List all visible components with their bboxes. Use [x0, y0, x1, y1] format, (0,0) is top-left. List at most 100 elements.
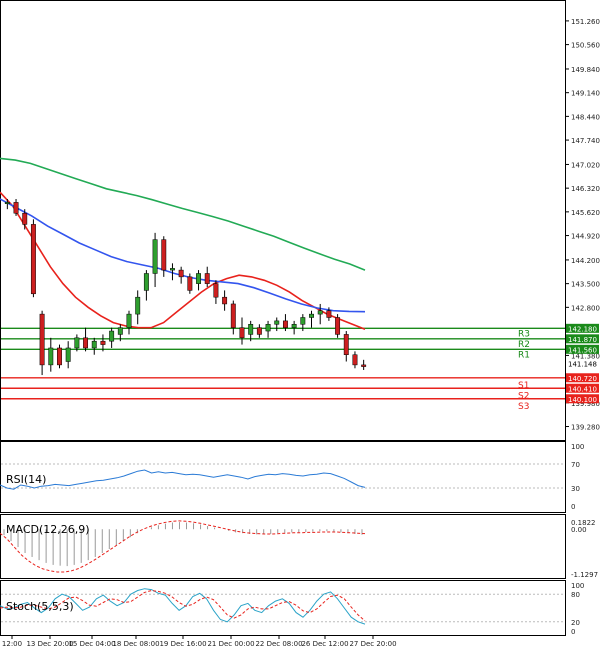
candle-body — [196, 273, 201, 284]
level-value-label: 141.870 — [568, 336, 597, 344]
candle-body — [335, 317, 341, 335]
main-panel-frame — [0, 0, 566, 441]
current-price-label: 141.148 — [568, 360, 597, 368]
candle-body — [317, 310, 323, 315]
rsi-tick-label: 0 — [571, 503, 575, 511]
stoch-tick-label: 100 — [571, 582, 584, 590]
time-tick-label: 15 Dec 04:00 — [68, 640, 115, 648]
level-label-s1: S1 — [518, 381, 529, 391]
price-tick-label: 147.740 — [571, 137, 600, 145]
rsi-panel-frame — [0, 441, 566, 513]
time-tick-label: 22 Dec 08:00 — [255, 640, 302, 648]
level-value-label: 141.560 — [568, 346, 597, 354]
candle-body — [152, 239, 158, 274]
candle-body — [187, 276, 193, 291]
price-tick-label: 144.920 — [571, 233, 600, 241]
level-label-r2: R2 — [518, 340, 530, 350]
price-tick-label: 139.280 — [571, 424, 600, 432]
rsi-tick-label: 30 — [571, 485, 580, 493]
stoch-label: Stoch(5,5,3) — [6, 600, 74, 613]
rsi-line — [0, 469, 366, 490]
candle-body — [91, 340, 97, 349]
candle-body — [109, 330, 115, 342]
candle-body — [39, 313, 45, 366]
candle-body — [291, 324, 297, 328]
time-tick-label: 12:00 — [2, 640, 22, 648]
level-value-label: 140.720 — [568, 375, 597, 383]
level-value-label: 142.180 — [568, 325, 597, 333]
candle-body — [213, 283, 219, 298]
chart-container: 151.260 150.560 149.840 149.140 148.440 147.7… — [0, 0, 600, 653]
rsi-tick-label: 70 — [571, 461, 580, 469]
candle-body — [4, 202, 10, 204]
level-value-label: 140.100 — [568, 396, 597, 404]
candle-body — [126, 313, 132, 328]
chart-svg: 151.260 150.560 149.840 149.140 148.440 147.7… — [0, 0, 600, 648]
candle-body — [265, 324, 271, 332]
candle-body — [13, 202, 19, 214]
price-tick-label: 142.800 — [571, 304, 600, 312]
level-value-label: 140.410 — [568, 385, 597, 393]
time-tick-label: 21 Dec 00:00 — [207, 640, 254, 648]
macd-tick-label: -1.1297 — [571, 571, 598, 579]
level-label-s2: S2 — [518, 391, 529, 401]
candle-body — [48, 347, 54, 366]
price-tick-label: 146.320 — [571, 185, 600, 193]
price-tick-label: 145.620 — [571, 209, 600, 217]
candle-body — [65, 347, 71, 362]
stoch-tick-label: 0 — [571, 628, 575, 636]
candle-body — [256, 327, 262, 335]
candle-body — [143, 273, 149, 291]
candle-body — [248, 324, 254, 335]
candle-body — [343, 334, 349, 355]
time-tick-label: 13 Dec 20:00 — [26, 640, 73, 648]
moving-average-line-2 — [0, 198, 366, 313]
stoch-panel-frame — [0, 580, 566, 636]
candle-body — [230, 303, 236, 328]
price-tick-label: 149.140 — [571, 90, 600, 98]
price-tick-label: 147.020 — [571, 161, 600, 169]
stoch-tick-label: 20 — [571, 619, 580, 627]
candle-body — [161, 239, 167, 271]
candle-body — [239, 327, 245, 339]
candle-body — [352, 354, 358, 366]
candle-body — [361, 364, 367, 367]
candle-body — [74, 337, 80, 349]
time-tick-label: 27 Dec 20:00 — [349, 640, 396, 648]
candle-body — [222, 296, 228, 305]
candle-body — [309, 313, 314, 318]
rsi-tick-label: 100 — [571, 443, 584, 451]
candle-body — [282, 320, 288, 328]
price-tick-label: 151.260 — [571, 18, 600, 26]
macd-label: MACD(12,26,9) — [6, 523, 90, 536]
level-label-s3: S3 — [518, 402, 529, 412]
candle-body — [22, 212, 28, 225]
candle-body — [100, 340, 106, 345]
macd-tick-label: 0.00 — [571, 526, 587, 534]
stoch-tick-label: 80 — [571, 591, 580, 599]
price-tick-label: 149.840 — [571, 66, 600, 74]
candle-body — [178, 269, 184, 278]
time-tick-label: 18 Dec 08:00 — [112, 640, 159, 648]
level-label-r3: R3 — [518, 329, 530, 339]
price-tick-label: 148.440 — [571, 113, 600, 121]
candle-body — [326, 310, 332, 318]
candle-body — [135, 296, 141, 315]
rsi-label: RSI(14) — [6, 473, 46, 486]
time-tick-label: 26 Dec 12:00 — [301, 640, 348, 648]
moving-average-line-1 — [0, 191, 366, 331]
candle-body — [170, 268, 175, 271]
moving-average-line-3 — [0, 157, 366, 271]
candle-body — [30, 224, 36, 295]
price-tick-label: 150.560 — [571, 42, 600, 50]
candle-body — [117, 327, 123, 335]
candle-body — [274, 320, 280, 325]
candle-body — [83, 337, 89, 349]
candle-body — [204, 273, 210, 284]
price-tick-label: 144.200 — [571, 257, 600, 265]
level-label-r1: R1 — [518, 350, 530, 360]
time-tick-label: 19 Dec 16:00 — [159, 640, 206, 648]
candle-body — [300, 317, 306, 325]
price-tick-label: 143.500 — [571, 281, 600, 289]
candle-body — [57, 347, 62, 366]
